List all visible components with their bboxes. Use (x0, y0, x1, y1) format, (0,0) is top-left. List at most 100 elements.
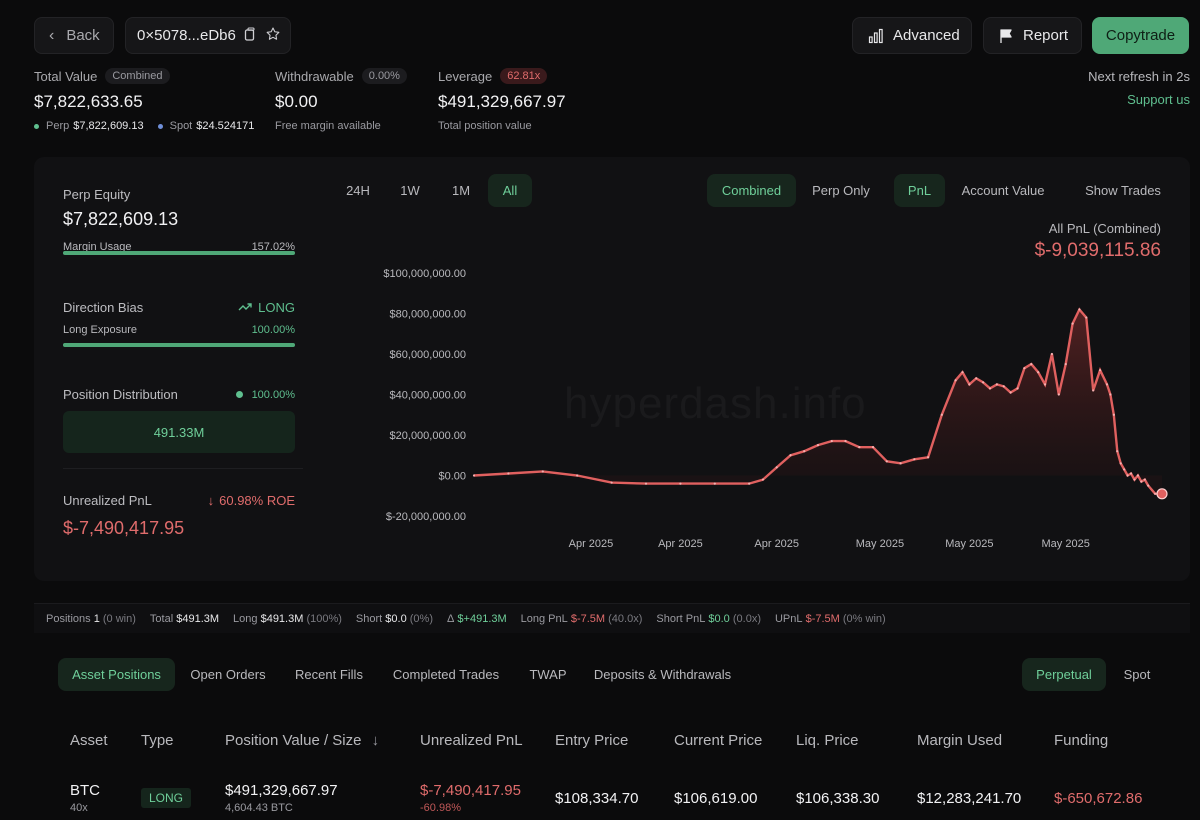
row-liq-price: $106,338.30 (796, 790, 880, 807)
perp-equity-label: Perp Equity (63, 187, 131, 202)
data-point (1050, 352, 1054, 356)
range-tab-1w[interactable]: 1W (388, 174, 432, 207)
tab-open-orders[interactable]: Open Orders (184, 658, 272, 691)
row-entry-price: $108,334.70 (555, 790, 639, 807)
direction-bias-value: LONG (258, 300, 295, 315)
total-stat-value: $491.3M (176, 612, 220, 625)
positions-tabs: Asset Positions Open Orders Recent Fills… (34, 658, 1190, 691)
arrow-down-icon: ↓ (207, 493, 215, 508)
data-point (1009, 391, 1012, 394)
long-pct: (100%) (306, 612, 342, 625)
pnl-chart[interactable]: $100,000,000.00 $80,000,000.00 $60,000,000… (324, 257, 1190, 557)
perp-dot-icon (34, 123, 39, 129)
col-header-type[interactable]: Type (141, 732, 174, 749)
report-button[interactable]: Report (983, 17, 1082, 54)
show-trades-toggle[interactable]: Show Trades (1073, 174, 1173, 207)
latest-point-marker[interactable] (1156, 488, 1168, 500)
support-link[interactable]: Support us (1127, 92, 1190, 107)
star-icon[interactable] (265, 26, 281, 45)
tab-deposits-withdrawals[interactable]: Deposits & Withdrawals (590, 658, 735, 691)
bar-chart-icon (868, 28, 884, 44)
data-point (1085, 316, 1088, 319)
y-tick-label: $100,000,000.00 (383, 268, 466, 280)
col-header-unrealized-pnl[interactable]: Unrealized PnL (420, 732, 523, 749)
data-point (871, 446, 875, 449)
data-point (968, 383, 971, 386)
market-tab-perpetual[interactable]: Perpetual (1022, 658, 1106, 691)
data-point (844, 439, 847, 443)
data-point (1064, 363, 1067, 366)
col-header-liq-price[interactable]: Liq. Price (796, 732, 859, 749)
data-point (1129, 472, 1133, 475)
data-point (1098, 369, 1102, 372)
long-pnl-label: Long PnL (520, 612, 568, 625)
overview-card: Perp Equity $7,822,609.13 Margin Usage 1… (34, 157, 1190, 581)
x-tick-label: May 2025 (945, 538, 993, 550)
delta-value: $+491.3M (457, 612, 507, 625)
tab-recent-fills[interactable]: Recent Fills (287, 658, 371, 691)
advanced-label: Advanced (893, 27, 960, 44)
long-stat-value: $491.3M (260, 612, 304, 625)
copytrade-button[interactable]: Copytrade (1092, 17, 1189, 54)
tab-twap[interactable]: TWAP (522, 658, 574, 691)
back-button[interactable]: ‹ Back (34, 17, 114, 54)
data-point (1143, 478, 1146, 481)
data-point (644, 482, 648, 485)
col-header-entry-price[interactable]: Entry Price (555, 732, 628, 749)
data-point (1116, 450, 1119, 453)
long-pnl-x: (40.0x) (608, 612, 643, 625)
col-header-position-value-label: Position Value / Size (225, 732, 362, 749)
report-label: Report (1023, 27, 1069, 44)
address-chip[interactable]: 0×5078...eDb6 (125, 17, 291, 54)
market-tab-spot[interactable]: Spot (1114, 658, 1160, 691)
perp-label: Perp (46, 120, 70, 132)
short-pnl-label: Short PnL (656, 612, 706, 625)
data-point (1105, 383, 1109, 386)
trend-up-icon (238, 300, 252, 315)
range-tab-all[interactable]: All (488, 174, 532, 207)
pnl-title: All PnL (Combined) (1048, 221, 1161, 236)
mode-tab-combined[interactable]: Combined (707, 174, 796, 207)
y-tick-label: $80,000,000.00 (390, 309, 466, 321)
withdrawable-value: $0.00 (275, 92, 318, 111)
long-exposure-label: Long Exposure (63, 324, 137, 336)
divider (63, 468, 303, 469)
data-point (1136, 474, 1140, 477)
roe-value: 60.98% ROE (219, 493, 295, 508)
distribution-bar[interactable]: 491.33M (63, 411, 295, 453)
data-point (1023, 367, 1026, 370)
positions-count: 1 (93, 612, 100, 625)
range-tab-1m[interactable]: 1M (439, 174, 483, 207)
long-exposure-track (63, 343, 295, 347)
metric-tab-account-value[interactable]: Account Value (949, 174, 1057, 207)
data-point (803, 450, 806, 453)
col-header-asset[interactable]: Asset (70, 732, 108, 749)
data-point (858, 446, 861, 449)
data-point (610, 481, 613, 484)
mode-tab-perp-only[interactable]: Perp Only (800, 174, 882, 207)
row-type-badge: LONG (141, 788, 192, 808)
data-point (975, 377, 978, 380)
data-point (775, 466, 778, 469)
col-header-margin-used[interactable]: Margin Used (917, 732, 1002, 749)
range-tab-24h[interactable]: 24H (335, 174, 381, 207)
advanced-button[interactable]: Advanced (852, 17, 972, 54)
y-tick-label: $-20,000,000.00 (386, 511, 466, 523)
data-point (1002, 385, 1005, 388)
data-point (472, 474, 476, 477)
data-point (761, 478, 765, 481)
tab-completed-trades[interactable]: Completed Trades (386, 658, 506, 691)
copy-icon[interactable] (244, 26, 257, 45)
tab-asset-positions[interactable]: Asset Positions (58, 658, 175, 691)
sort-down-icon[interactable]: ↓ (372, 732, 380, 749)
flag-icon (999, 28, 1014, 44)
upnl-win: (0% win) (842, 612, 886, 625)
col-header-position-value[interactable]: Position Value / Size ↓ (225, 732, 379, 749)
row-asset[interactable]: BTC (70, 782, 100, 799)
row-size: 4,604.43 BTC (225, 802, 293, 814)
positions-stats-strip: Positions 1 (0 win) Total $491.3M Long $… (34, 603, 1190, 633)
metric-tab-pnl[interactable]: PnL (894, 174, 945, 207)
col-header-current-price[interactable]: Current Price (674, 732, 762, 749)
top-bar: ‹ Back 0×5078...eDb6 Advanced Report Cop… (34, 17, 1190, 55)
col-header-funding[interactable]: Funding (1054, 732, 1108, 749)
